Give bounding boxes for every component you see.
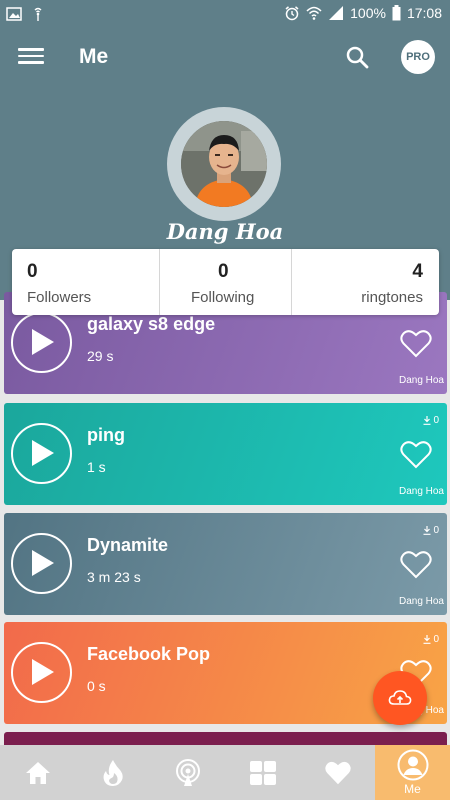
download-icon xyxy=(423,635,431,644)
nav-broadcast[interactable] xyxy=(150,745,225,800)
home-icon xyxy=(25,761,50,784)
play-icon xyxy=(32,659,54,685)
ringtone-duration: 3 m 23 s xyxy=(87,569,141,585)
stats-card: 0 Followers 0 Following 4 ringtones xyxy=(12,249,439,315)
play-button[interactable] xyxy=(11,642,72,703)
download-count: 0 xyxy=(423,634,439,645)
ringtone-card[interactable]: Dynamite 3 m 23 s 0 Dang Hoa xyxy=(4,513,447,615)
nav-favorites[interactable] xyxy=(300,745,375,800)
wifi-calling-icon xyxy=(34,7,42,21)
alarm-icon xyxy=(285,6,299,21)
followers-label: Followers xyxy=(27,289,92,306)
ringtone-author: Dang Hoa xyxy=(398,486,444,497)
ringtone-card[interactable]: ping 1 s 0 Dang Hoa xyxy=(4,403,447,505)
bottom-nav: Me xyxy=(0,745,450,800)
cloud-upload-icon xyxy=(388,690,412,705)
followers-stat[interactable]: 0 Followers xyxy=(12,249,159,315)
ringtones-label: ringtones xyxy=(361,289,423,306)
ringtone-name: ping xyxy=(87,425,125,445)
nav-trending[interactable] xyxy=(75,745,150,800)
download-icon xyxy=(423,416,431,425)
play-icon xyxy=(32,440,54,466)
search-icon xyxy=(346,46,369,69)
avatar-photo xyxy=(181,121,267,207)
play-button[interactable] xyxy=(11,312,72,373)
nav-categories[interactable] xyxy=(225,745,300,800)
signal-icon xyxy=(329,6,344,20)
download-count-value: 0 xyxy=(433,525,439,536)
ringtone-duration: 29 s xyxy=(87,348,114,364)
nav-me-label: Me xyxy=(404,782,421,796)
battery-icon xyxy=(392,5,401,21)
followers-count: 0 xyxy=(27,261,38,282)
wifi-icon xyxy=(306,6,322,20)
ringtones-stat[interactable]: 4 ringtones xyxy=(291,249,439,315)
play-icon xyxy=(32,550,54,576)
page-title: Me xyxy=(79,45,109,68)
download-count: 0 xyxy=(423,415,439,426)
following-stat[interactable]: 0 Following xyxy=(159,249,291,315)
ringtone-card-partial[interactable] xyxy=(4,732,447,746)
play-button[interactable] xyxy=(11,423,72,484)
gallery-icon xyxy=(6,7,22,21)
nav-me[interactable]: Me xyxy=(375,745,450,800)
menu-icon xyxy=(18,48,44,51)
favorite-button[interactable] xyxy=(400,440,432,470)
download-count: 0 xyxy=(423,525,439,536)
download-count-value: 0 xyxy=(433,634,439,645)
flame-icon xyxy=(103,759,123,786)
favorite-button[interactable] xyxy=(400,329,432,359)
search-button[interactable] xyxy=(344,44,372,72)
heart-icon xyxy=(324,761,351,784)
following-label: Following xyxy=(191,289,255,306)
ringtone-name: galaxy s8 edge xyxy=(87,314,216,334)
username: Dang Hoa xyxy=(166,219,284,244)
status-bar: 100% 17:08 xyxy=(0,0,450,28)
following-count: 0 xyxy=(218,261,229,282)
app-bar: Me PRO xyxy=(0,28,450,88)
profile-icon xyxy=(397,749,428,781)
ringtone-duration: 1 s xyxy=(87,459,106,475)
avatar[interactable] xyxy=(181,121,267,207)
pro-button[interactable]: PRO xyxy=(401,40,435,74)
nav-home[interactable] xyxy=(0,745,75,800)
ringtone-author: Dang Hoa xyxy=(398,375,444,386)
ringtone-duration: 0 s xyxy=(87,678,106,694)
clock: 17:08 xyxy=(406,5,442,21)
download-count-value: 0 xyxy=(433,415,439,426)
ringtones-count: 4 xyxy=(412,261,423,282)
battery-percent: 100% xyxy=(350,5,386,21)
ringtone-name: Dynamite xyxy=(87,535,169,555)
play-icon xyxy=(32,329,54,355)
ringtone-author: Dang Hoa xyxy=(398,596,444,607)
upload-button[interactable] xyxy=(373,671,427,725)
broadcast-icon xyxy=(175,758,200,786)
menu-button[interactable] xyxy=(16,44,46,72)
play-button[interactable] xyxy=(11,533,72,594)
grid-icon xyxy=(249,760,276,785)
download-icon xyxy=(423,526,431,535)
favorite-button[interactable] xyxy=(400,550,432,580)
ringtone-name: Facebook Pop xyxy=(87,644,211,664)
